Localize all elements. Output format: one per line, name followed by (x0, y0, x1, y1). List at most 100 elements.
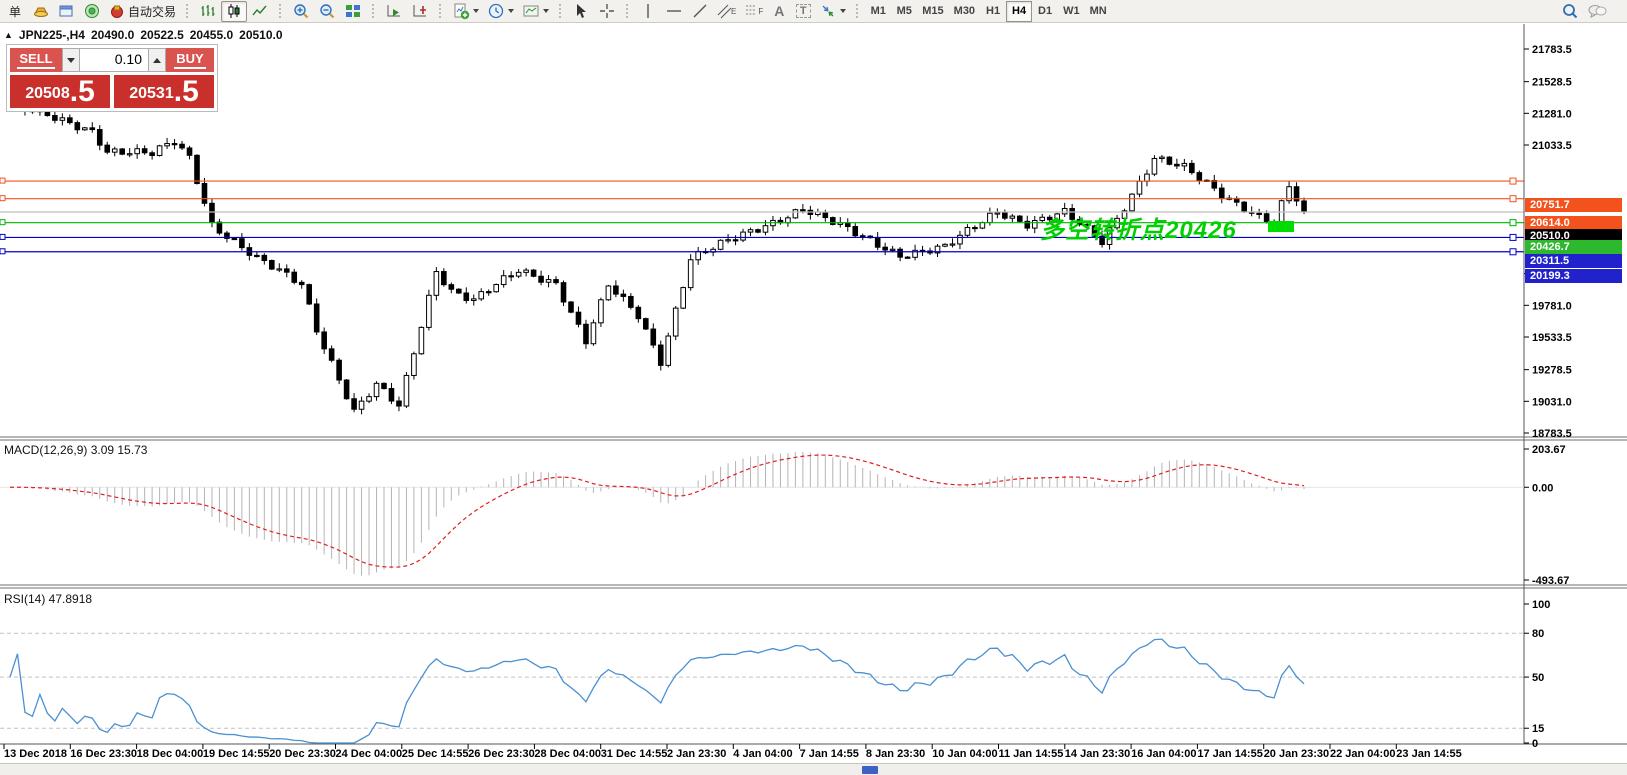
new-window-button[interactable] (53, 1, 79, 22)
candle (554, 280, 559, 283)
fibonacci-button[interactable]: F (740, 1, 767, 22)
candle (344, 380, 349, 399)
macd-histogram (10, 452, 1304, 576)
timeframe-w1[interactable]: W1 (1058, 1, 1085, 22)
toolbar-grip (438, 3, 443, 19)
buy-button[interactable]: BUY (166, 48, 214, 72)
auto-scroll-button[interactable] (381, 1, 407, 22)
line-right-handle[interactable] (1510, 234, 1516, 240)
crosshair-button[interactable] (594, 1, 620, 22)
templates-dropdown-caret[interactable] (543, 9, 549, 13)
candle (53, 116, 58, 121)
candlestick-chart-button[interactable] (221, 1, 247, 22)
macd-axis-label: 0.00 (1532, 482, 1553, 494)
zoom-out-button[interactable] (314, 1, 340, 22)
indicators-icon (452, 2, 470, 20)
cursor-button[interactable] (568, 1, 594, 22)
line-chart-button[interactable] (247, 1, 273, 22)
vertical-line-button[interactable] (635, 1, 661, 22)
periods-button[interactable] (483, 1, 518, 22)
trendline-button[interactable] (687, 1, 713, 22)
horizontal-line-icon (665, 2, 683, 20)
autotrading-label: 自动交易 (128, 3, 176, 20)
sell-price-display[interactable]: 20508 .5 (10, 75, 110, 108)
line-right-handle[interactable] (1510, 196, 1516, 202)
rsi-line (10, 639, 1304, 743)
rsi-axis-label: 50 (1532, 672, 1544, 684)
highlight-rectangle-object[interactable] (1268, 221, 1294, 232)
zoom-in-button[interactable] (288, 1, 314, 22)
indicators-dropdown-caret[interactable] (473, 9, 479, 13)
line-right-handle[interactable] (1510, 220, 1516, 226)
candle (965, 227, 970, 235)
timeframe-h1[interactable]: H1 (980, 1, 1006, 22)
candlestick-icon (225, 2, 243, 20)
candle (359, 401, 364, 409)
timeframe-mn[interactable]: MN (1085, 1, 1112, 22)
level-price-tag: 20426.7 (1525, 240, 1622, 254)
templates-button[interactable] (518, 1, 553, 22)
price-axis-label: 18783.5 (1532, 428, 1572, 440)
line-right-handle[interactable] (1510, 178, 1516, 184)
candle (307, 285, 312, 304)
candle (142, 149, 147, 153)
timeframe-m30[interactable]: M30 (949, 1, 980, 22)
line-left-handle[interactable] (0, 178, 5, 183)
candle (898, 249, 903, 257)
autotrading-button[interactable]: 自动交易 (105, 1, 180, 22)
timeframe-d1[interactable]: D1 (1032, 1, 1058, 22)
channel-icon-letter: E (731, 7, 736, 16)
volume-input[interactable]: 0.10 (80, 48, 148, 72)
toolbar-grip (625, 3, 630, 19)
timeframe-h4[interactable]: H4 (1006, 1, 1032, 22)
line-left-handle[interactable] (0, 234, 5, 239)
candle (741, 232, 746, 240)
chart-title: ▲ JPN225-,H4 20490.0 20522.5 20455.0 205… (4, 28, 283, 42)
chat-button[interactable] (1583, 1, 1611, 22)
timeframe-m15[interactable]: M15 (917, 1, 948, 22)
bar-chart-button[interactable] (195, 1, 221, 22)
text-label-button[interactable]: T (791, 1, 815, 22)
candle (509, 276, 514, 277)
candle (995, 213, 1000, 214)
chart-text-annotation[interactable]: 多空转折点20426 (1040, 210, 1237, 245)
candle (449, 285, 454, 290)
collapse-panel-icon[interactable]: ▲ (4, 30, 13, 40)
equidistant-channel-button[interactable]: E (713, 1, 740, 22)
line-left-handle[interactable] (0, 220, 5, 225)
chart-shift-button[interactable] (407, 1, 433, 22)
tile-windows-button[interactable] (340, 1, 366, 22)
candle (1145, 174, 1150, 181)
candle (584, 324, 589, 343)
line-right-handle[interactable] (1510, 249, 1516, 255)
periods-dropdown-caret[interactable] (508, 9, 514, 13)
candle (157, 146, 162, 156)
arrows-dropdown-caret[interactable] (840, 9, 846, 13)
ohlc-open: 20490.0 (91, 28, 134, 42)
timeframe-m5[interactable]: M5 (891, 1, 917, 22)
volume-decrease-button[interactable] (62, 48, 80, 72)
candle (68, 118, 73, 123)
buy-price-display[interactable]: 20531 .5 (114, 75, 214, 108)
zoom-out-icon (318, 2, 336, 20)
line-left-handle[interactable] (0, 249, 5, 254)
text-button[interactable]: A (767, 1, 791, 22)
gold-ingot-button[interactable] (27, 1, 53, 22)
signals-button[interactable] (79, 1, 105, 22)
search-button[interactable] (1557, 1, 1583, 22)
sell-button[interactable]: SELL (10, 48, 62, 72)
h-scroll-thumb[interactable] (862, 766, 878, 774)
new-order-button[interactable]: 单 (3, 1, 27, 22)
line-left-handle[interactable] (0, 196, 5, 201)
volume-increase-button[interactable] (148, 48, 166, 72)
indicators-button[interactable] (448, 1, 483, 22)
arrows-button[interactable] (815, 1, 850, 22)
horizontal-line-button[interactable] (661, 1, 687, 22)
new-order-label: 单 (9, 3, 21, 20)
timeframe-m1[interactable]: M1 (865, 1, 891, 22)
time-axis-label: 13 Dec 2018 (4, 748, 67, 760)
candle (1152, 158, 1157, 174)
candle (494, 285, 499, 292)
chat-icon (1587, 2, 1607, 20)
chart-canvas[interactable]: 21783.521528.521281.021033.520028.519781… (0, 24, 1627, 763)
